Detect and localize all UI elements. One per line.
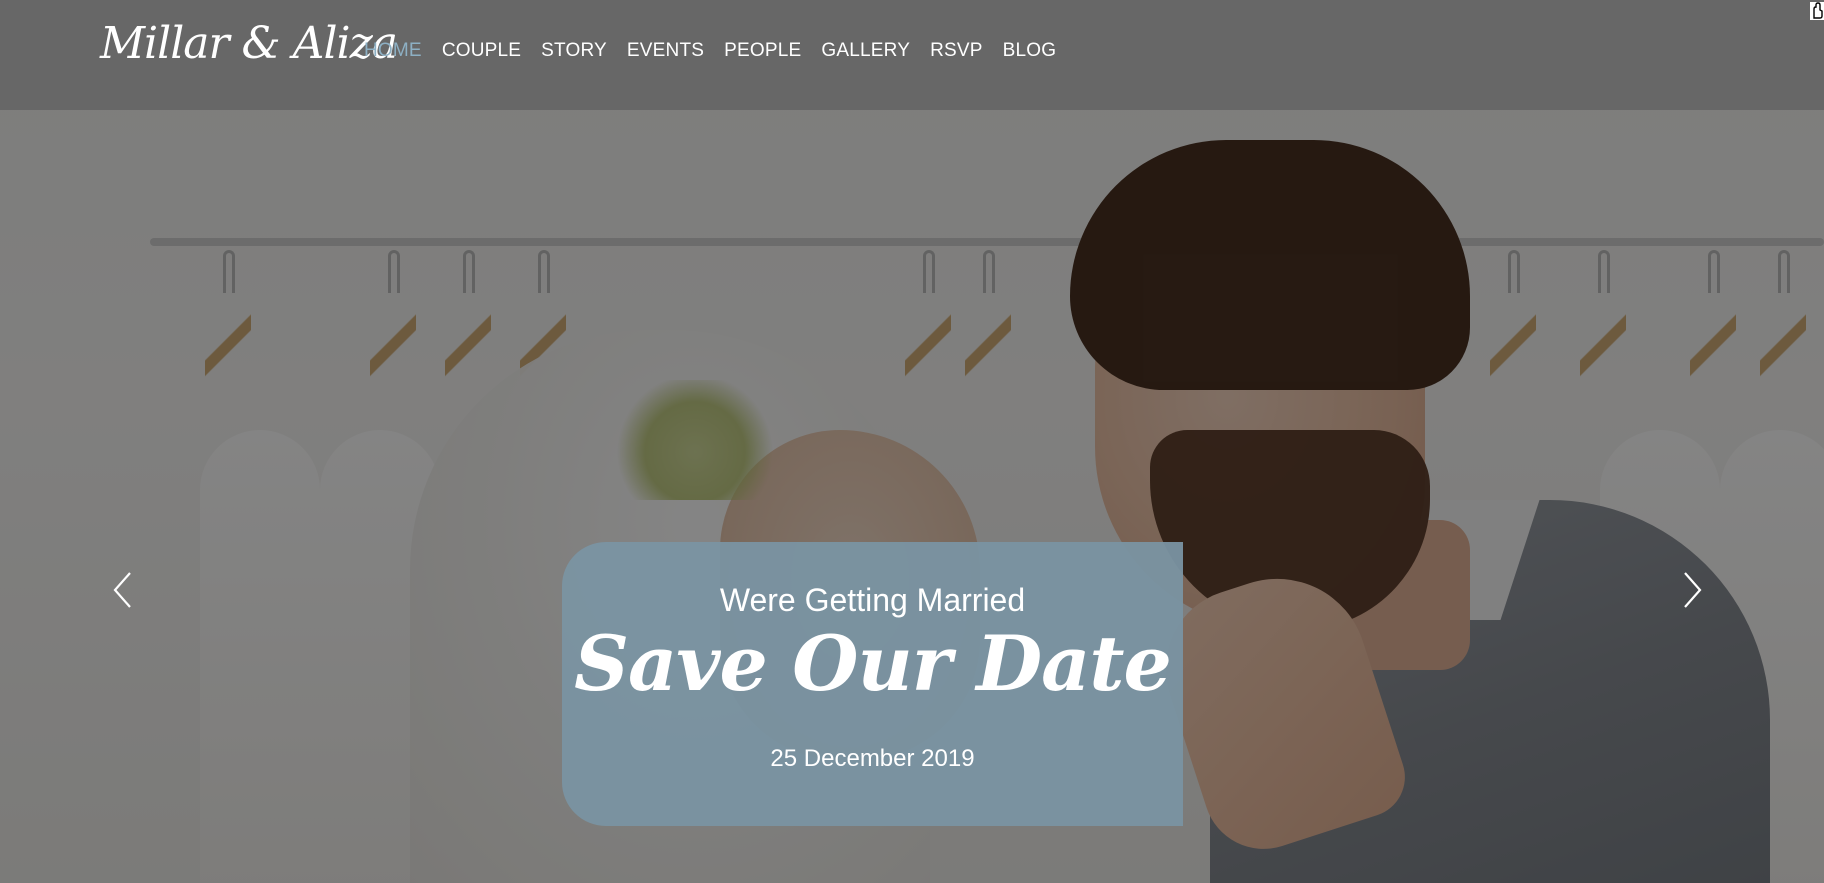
- chevron-left-icon: [113, 572, 131, 608]
- site-logo[interactable]: Millar & Aliza: [100, 18, 398, 69]
- site-header: Millar & Aliza HOME COUPLE STORY EVENTS …: [0, 0, 1824, 110]
- carousel-prev-button[interactable]: [112, 571, 134, 609]
- main-nav: HOME COUPLE STORY EVENTS PEOPLE GALLERY …: [364, 40, 1056, 62]
- nav-item-couple[interactable]: COUPLE: [442, 40, 521, 62]
- save-the-date-card: Were Getting Married Save Our Date 25 De…: [562, 542, 1183, 826]
- nav-item-story[interactable]: STORY: [541, 40, 607, 62]
- carousel-next-button[interactable]: [1681, 571, 1703, 609]
- hero-headline: Save Our Date: [574, 619, 1172, 708]
- hero-subtitle: Were Getting Married: [719, 582, 1026, 618]
- cursor-hand-icon: [1810, 2, 1824, 20]
- nav-item-blog[interactable]: BLOG: [1003, 40, 1057, 62]
- nav-item-home[interactable]: HOME: [364, 40, 422, 62]
- chevron-right-icon: [1684, 572, 1702, 608]
- wedding-date: 25 December 2019: [770, 745, 975, 772]
- nav-item-people[interactable]: PEOPLE: [724, 40, 801, 62]
- nav-item-gallery[interactable]: GALLERY: [821, 40, 910, 62]
- nav-item-rsvp[interactable]: RSVP: [930, 40, 983, 62]
- nav-item-events[interactable]: EVENTS: [627, 40, 704, 62]
